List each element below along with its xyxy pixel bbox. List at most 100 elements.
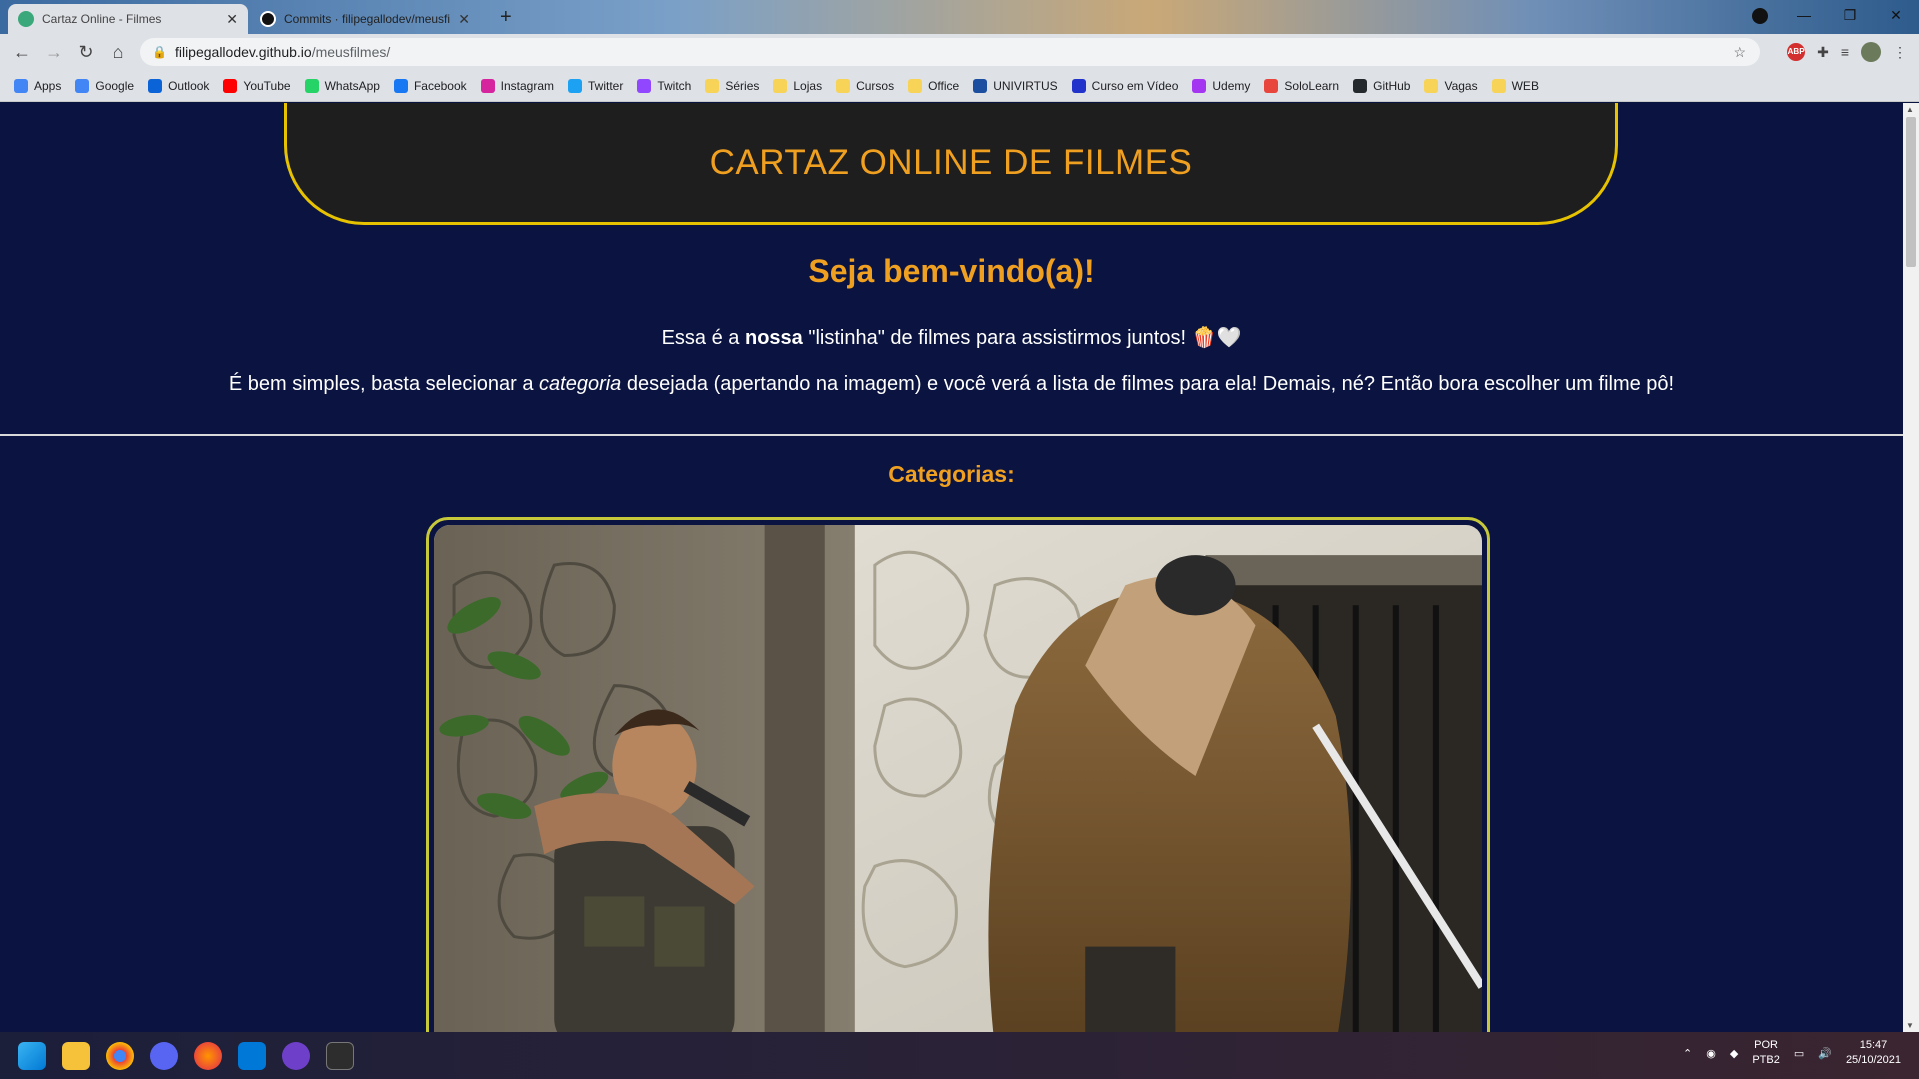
scroll-up-icon[interactable]: ▲ [1906, 105, 1914, 114]
discord-icon[interactable] [150, 1042, 178, 1070]
discord-tray-icon[interactable]: ◉ [1706, 1047, 1716, 1060]
extensions-area: ABP ✚ ≡ ⋮ [1787, 42, 1907, 62]
back-arrow-icon[interactable]: ← [6, 42, 38, 63]
instructions-text-end: desejada (apertando na imagem) e você ve… [621, 373, 1675, 395]
bookmark-star-icon[interactable]: ☆ [1733, 44, 1746, 61]
menu-kebab-icon[interactable]: ⋮ [1893, 44, 1907, 61]
bookmark-label: Twitch [657, 78, 692, 93]
bookmark-label: UNIVIRTUS [993, 78, 1058, 93]
close-tab-icon[interactable]: ✕ [458, 11, 470, 28]
scroll-down-icon[interactable]: ▼ [1906, 1021, 1914, 1030]
tab-cartaz-online[interactable]: Cartaz Online - Filmes ✕ [8, 4, 248, 34]
restore-icon[interactable]: ❐ [1827, 7, 1873, 24]
clock-date: 25/10/2021 [1845, 1054, 1901, 1066]
youtube-icon [223, 78, 238, 93]
bookmark-github[interactable]: GitHub [1353, 78, 1411, 93]
close-window-icon[interactable]: ✕ [1873, 7, 1919, 24]
bookmark-label: Facebook [413, 78, 467, 93]
reload-icon[interactable]: ↻ [70, 42, 102, 63]
bookmarks-bar: Apps Google Outlook YouTube WhatsApp Facebook… [0, 70, 1919, 102]
categories-heading: Categorias: [888, 461, 1015, 487]
bookmark-univirtus[interactable]: UNIVIRTUS [973, 78, 1058, 93]
folder-icon [908, 78, 923, 93]
bookmark-vagas[interactable]: Vagas [1424, 78, 1478, 93]
file-explorer-icon[interactable] [62, 1042, 90, 1070]
chrome-icon[interactable] [106, 1042, 134, 1070]
bookmark-office[interactable]: Office [908, 78, 959, 93]
folder-icon [1424, 78, 1439, 93]
bookmark-curso-em-v-deo[interactable]: Curso em Vídeo [1071, 78, 1178, 93]
url-path: /meusfilmes/ [311, 44, 391, 60]
bookmark-twitter[interactable]: Twitter [568, 78, 624, 93]
adblock-plus-icon[interactable]: ABP [1787, 43, 1806, 61]
welcome-heading: Seja bem-vindo(a)! [808, 253, 1095, 289]
udemy-icon [1192, 78, 1207, 93]
lock-icon[interactable]: 🔒 [152, 45, 167, 59]
system-tray: ⌃ ◉ ◆ POR PTB2 ▭ 🔊 15:47 25/10/2021 [1683, 1038, 1901, 1068]
bookmark-whatsapp[interactable]: WhatsApp [304, 78, 380, 93]
reading-list-icon[interactable]: ≡ [1841, 44, 1849, 60]
bookmark-lojas[interactable]: Lojas [773, 78, 822, 93]
url-host: filipegallodev.github.io [174, 44, 312, 60]
twitter-icon [568, 78, 582, 93]
bookmark-label: GitHub [1373, 78, 1411, 93]
twitch-icon [637, 78, 652, 93]
clock[interactable]: 15:47 25/10/2021 [1846, 1038, 1901, 1068]
volume-icon[interactable]: 🔊 [1818, 1047, 1832, 1060]
language-indicator[interactable]: POR PTB2 [1752, 1038, 1780, 1068]
bookmark-cursos[interactable]: Cursos [836, 78, 894, 93]
section-divider [0, 434, 1903, 436]
address-bar[interactable]: 🔒 filipegallodev.github.io /meusfilmes/ … [140, 38, 1760, 66]
tab-title: Commits · filipegallodev/meusfilmes [284, 12, 451, 26]
profile-avatar[interactable] [1861, 42, 1881, 62]
tab-search-icon[interactable] [1752, 8, 1768, 24]
bookmark-youtube[interactable]: YouTube [223, 78, 291, 93]
close-tab-icon[interactable]: ✕ [226, 11, 238, 28]
window-controls: — ❐ ✕ [1781, 0, 1919, 30]
windows-start-icon[interactable] [18, 1042, 46, 1070]
extensions-puzzle-icon[interactable]: ✚ [1817, 44, 1829, 61]
bookmark-web[interactable]: WEB [1491, 78, 1539, 93]
minimize-icon[interactable]: — [1781, 7, 1827, 23]
clock-time: 15:47 [1859, 1039, 1888, 1051]
folder-icon [836, 78, 851, 93]
tab-commits[interactable]: Commits · filipegallodev/meusfilmes ✕ [250, 4, 480, 34]
firefox-icon[interactable] [194, 1042, 222, 1070]
bookmark-label: Twitter [588, 78, 624, 93]
windows-taskbar: ⌃ ◉ ◆ POR PTB2 ▭ 🔊 15:47 25/10/2021 [0, 1032, 1919, 1079]
forward-arrow-icon[interactable]: → [38, 42, 70, 63]
bookmark-apps[interactable]: Apps [14, 78, 61, 93]
github-desktop-icon[interactable] [282, 1042, 310, 1070]
war-category-image[interactable] [434, 525, 1482, 1032]
github-favicon-icon [260, 11, 276, 27]
bookmark-label: Outlook [168, 78, 210, 93]
tray-overflow-icon[interactable]: ⌃ [1683, 1047, 1692, 1060]
univirtus-icon [973, 78, 988, 93]
bookmark-google[interactable]: Google [75, 78, 135, 93]
bookmark-label: Instagram [500, 78, 554, 93]
vscode-icon[interactable] [238, 1042, 266, 1070]
keyboard-layout: PTB2 [1752, 1054, 1780, 1066]
bookmark-udemy[interactable]: Udemy [1192, 78, 1250, 93]
category-card-war[interactable] [426, 517, 1490, 1032]
scrollbar-thumb[interactable] [1906, 117, 1916, 267]
bookmark-s-ries[interactable]: Séries [705, 78, 760, 93]
bookmark-outlook[interactable]: Outlook [148, 78, 210, 93]
bookmark-facebook[interactable]: Facebook [393, 78, 467, 93]
tab-strip: Cartaz Online - Filmes ✕ Commits · filip… [0, 0, 1919, 34]
folder-icon [773, 78, 788, 93]
github-icon [1353, 78, 1368, 93]
terminal-icon[interactable] [326, 1042, 354, 1070]
bookmark-sololearn[interactable]: SoloLearn [1264, 78, 1339, 93]
new-tab-plus-icon[interactable]: + [500, 6, 512, 29]
security-tray-icon[interactable]: ◆ [1730, 1047, 1738, 1060]
bookmark-twitch[interactable]: Twitch [637, 78, 692, 93]
page-scrollbar[interactable]: ▲ ▼ [1903, 103, 1919, 1032]
bookmark-label: Séries [725, 78, 760, 93]
network-icon[interactable]: ▭ [1794, 1047, 1804, 1060]
bookmark-instagram[interactable]: Instagram [480, 78, 554, 93]
home-icon[interactable]: ⌂ [102, 42, 134, 63]
bookmark-label: Google [95, 78, 135, 93]
whatsapp-icon [304, 78, 319, 93]
page-content: CARTAZ ONLINE DE FILMES Seja bem-vindo(a… [0, 103, 1903, 1032]
